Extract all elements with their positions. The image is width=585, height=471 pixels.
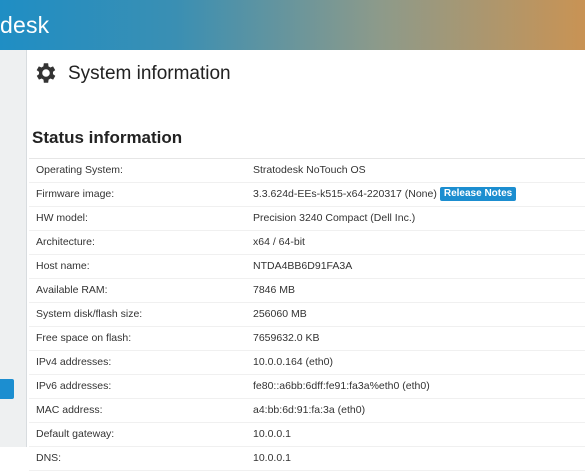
- row-value: fe80::a6bb:6dff:fe91:fa3a%eth0 (eth0): [253, 380, 430, 392]
- table-row: DNS: 10.0.0.1: [29, 447, 585, 471]
- row-value: Precision 3240 Compact (Dell Inc.): [253, 212, 415, 224]
- row-value-text: fe80::a6bb:6dff:fe91:fa3a%eth0 (eth0): [253, 380, 430, 392]
- table-row: System disk/flash size: 256060 MB: [29, 303, 585, 327]
- row-value: 10.0.0.1: [253, 452, 291, 464]
- table-row: MAC address: a4:bb:6d:91:fa:3a (eth0): [29, 399, 585, 423]
- row-label: System disk/flash size:: [36, 308, 143, 320]
- row-value-text: 3.3.624d-EEs-k515-x64-220317 (None): [253, 188, 437, 200]
- row-label: Available RAM:: [36, 284, 108, 296]
- table-row: Available RAM: 7846 MB: [29, 279, 585, 303]
- row-value-text: 10.0.0.1: [253, 452, 291, 464]
- row-value: 7659632.0 KB: [253, 332, 320, 344]
- table-row: Operating System: Stratodesk NoTouch OS: [29, 159, 585, 183]
- table-row: Free space on flash: 7659632.0 KB: [29, 327, 585, 351]
- release-notes-button[interactable]: Release Notes: [439, 187, 517, 201]
- row-value-text: Stratodesk NoTouch OS: [253, 164, 366, 176]
- row-label: Default gateway:: [36, 428, 115, 440]
- row-label: Operating System:: [36, 164, 123, 176]
- row-label: DNS:: [36, 452, 62, 464]
- row-label: MAC address:: [36, 404, 103, 416]
- row-value-text: 256060 MB: [253, 308, 307, 320]
- table-row: Default gateway: 10.0.0.1: [29, 423, 585, 447]
- row-label: Free space on flash:: [36, 332, 132, 344]
- row-value: 3.3.624d-EEs-k515-x64-220317 (None) Relea…: [253, 187, 517, 202]
- top-header: desk: [0, 0, 585, 50]
- main-content: System information Status information Op…: [27, 50, 585, 471]
- app-brand: desk: [0, 12, 50, 38]
- row-value-text: 10.0.0.1: [253, 428, 291, 440]
- row-value-text: 7846 MB: [253, 284, 296, 296]
- row-label: Host name:: [36, 260, 90, 272]
- table-row: Firmware image: 3.3.624d-EEs-k515-x64-220…: [29, 183, 585, 207]
- row-value-text: a4:bb:6d:91:fa:3a (eth0): [253, 404, 366, 416]
- status-table: Operating System: Stratodesk NoTouch OS Fi…: [29, 158, 585, 471]
- table-row: Host name: NTDA4BB6D91FA3A: [29, 255, 585, 279]
- page-title: System information: [68, 63, 231, 84]
- row-value: 256060 MB: [253, 308, 307, 320]
- gear-icon: [36, 63, 56, 83]
- row-value: a4:bb:6d:91:fa:3a (eth0): [253, 404, 365, 416]
- table-row: HW model: Precision 3240 Compact (Dell In…: [29, 207, 585, 231]
- section-title: Status information: [32, 128, 183, 147]
- row-value: NTDA4BB6D91FA3A: [253, 260, 352, 272]
- row-value: 10.0.0.164 (eth0): [253, 356, 333, 368]
- row-value-text: NTDA4BB6D91FA3A: [253, 260, 353, 272]
- table-row: IPv4 addresses: 10.0.0.164 (eth0): [29, 351, 585, 375]
- row-value: Stratodesk NoTouch OS: [253, 164, 366, 176]
- row-label: Firmware image:: [36, 188, 115, 200]
- row-label: Architecture:: [36, 236, 95, 248]
- row-value-text: 10.0.0.164 (eth0): [253, 356, 333, 368]
- table-row: Architecture: x64 / 64-bit: [29, 231, 585, 255]
- sidebar: [0, 50, 27, 447]
- row-value: x64 / 64-bit: [253, 236, 305, 248]
- row-value-text: x64 / 64-bit: [253, 236, 305, 248]
- row-value: 10.0.0.1: [253, 428, 291, 440]
- row-label: IPv6 addresses:: [36, 380, 112, 392]
- row-label: HW model:: [36, 212, 88, 224]
- sidebar-active-item[interactable]: [0, 379, 14, 399]
- row-value-text: 7659632.0 KB: [253, 332, 320, 344]
- row-label: IPv4 addresses:: [36, 356, 112, 368]
- row-value: 7846 MB: [253, 284, 295, 296]
- row-value-text: Precision 3240 Compact (Dell Inc.): [253, 212, 416, 224]
- table-row: IPv6 addresses: fe80::a6bb:6dff:fe91:fa3a…: [29, 375, 585, 399]
